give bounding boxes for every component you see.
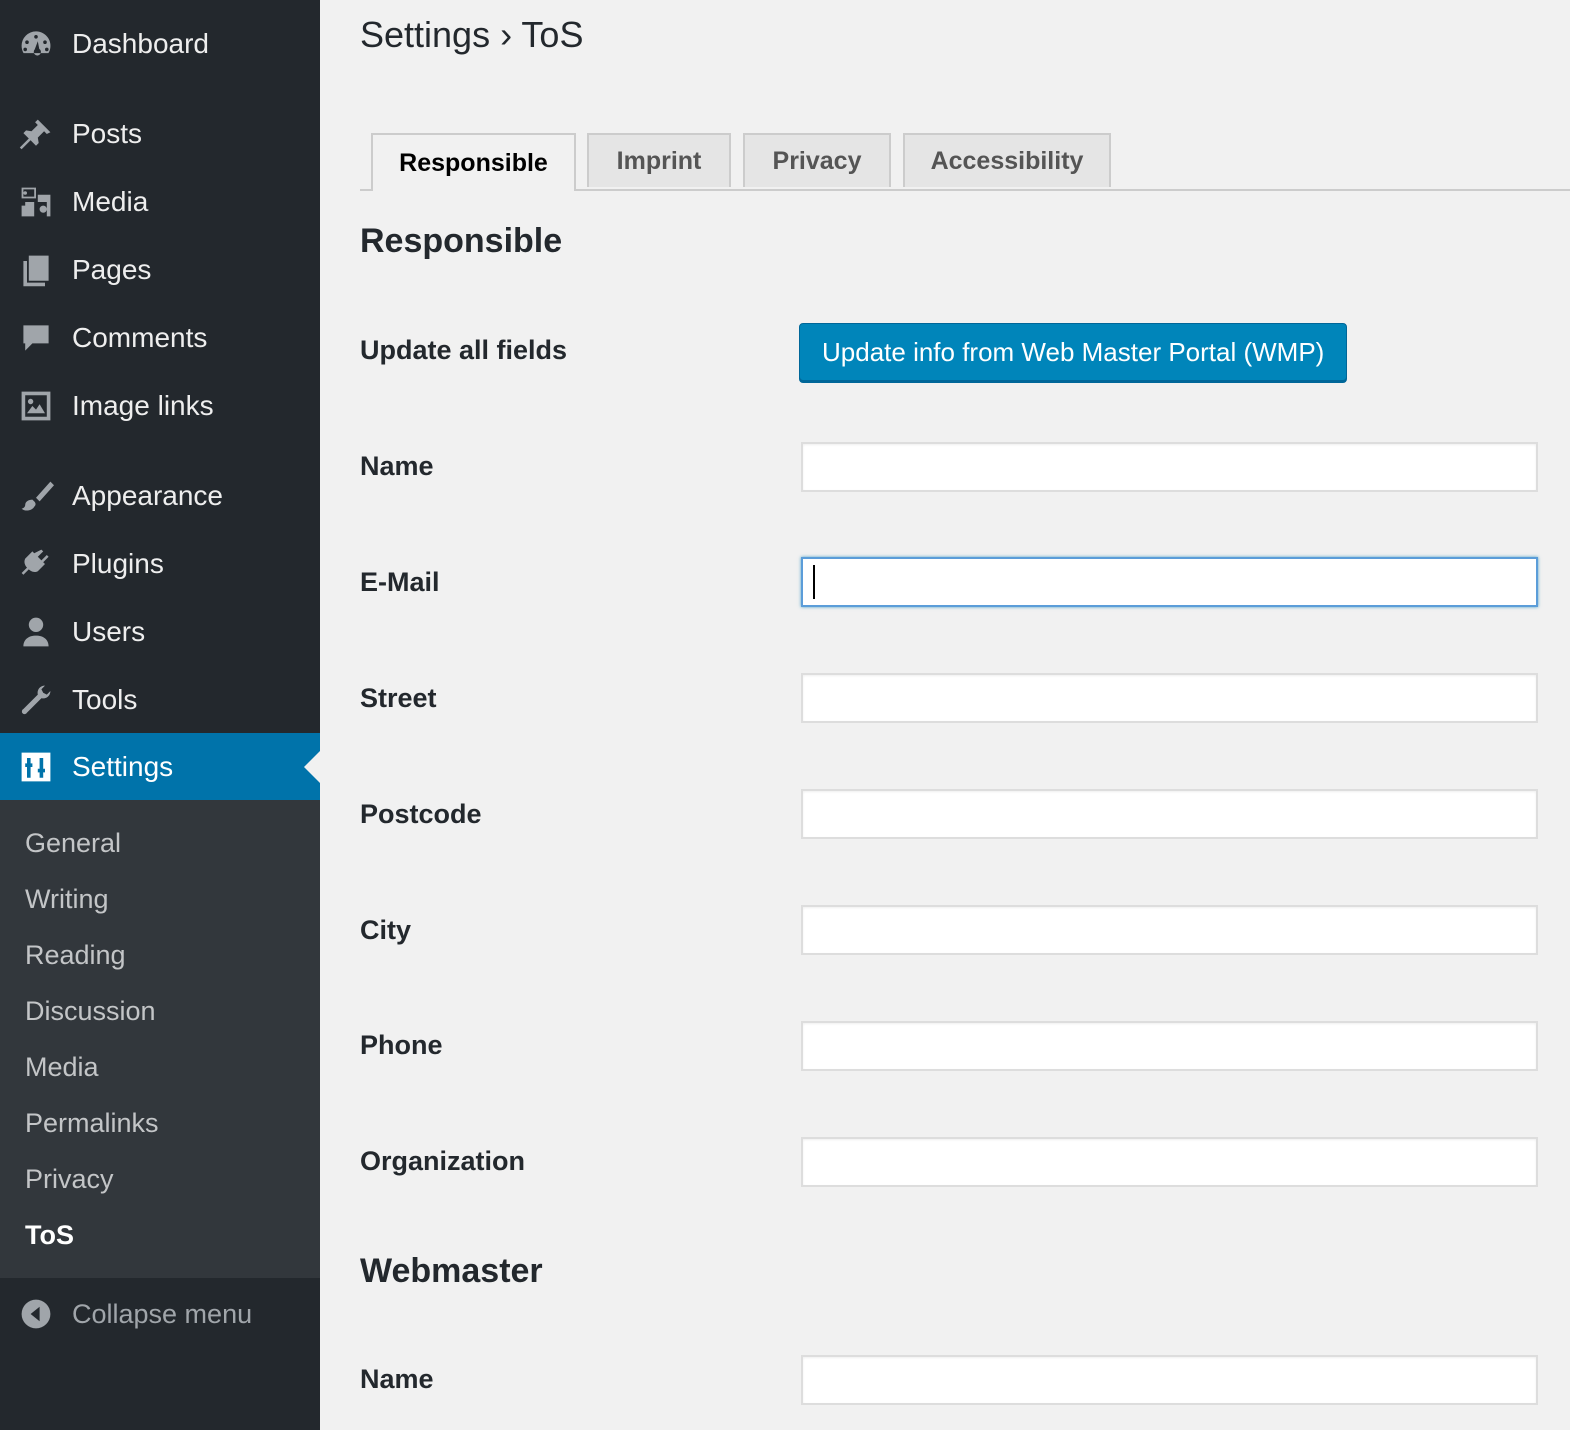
menu-label: Settings (72, 751, 174, 782)
dashboard-icon (18, 26, 54, 62)
email-input[interactable] (801, 557, 1538, 607)
section-heading-responsible: Responsible (360, 222, 563, 260)
pin-icon (18, 116, 54, 152)
submenu-media[interactable]: Media (25, 1052, 99, 1083)
page-title: Settings › ToS (360, 14, 584, 55)
menu-item-posts[interactable]: Posts (0, 104, 320, 164)
label-email: E-Mail (360, 567, 440, 597)
label-postcode: Postcode (360, 799, 482, 829)
menu-item-dashboard[interactable]: Dashboard (0, 14, 320, 74)
admin-sidebar: Dashboard Posts Media Pages Comments Ima… (0, 0, 320, 1430)
settings-icon (18, 749, 54, 785)
submenu-discussion[interactable]: Discussion (25, 996, 156, 1027)
text-caret (813, 565, 815, 599)
label-webmaster-name: Name (360, 1364, 434, 1394)
user-icon (18, 614, 54, 650)
city-input[interactable] (801, 905, 1538, 955)
menu-item-users[interactable]: Users (0, 602, 320, 662)
menu-item-pages[interactable]: Pages (0, 240, 320, 300)
settings-submenu: General Writing Reading Discussion Media… (0, 800, 320, 1278)
label-city: City (360, 915, 412, 945)
webmaster-name-input[interactable] (801, 1355, 1538, 1405)
menu-label: Comments (72, 322, 208, 353)
tab-responsible[interactable]: Responsible (371, 133, 576, 191)
submenu-general[interactable]: General (25, 828, 121, 859)
menu-item-tools[interactable]: Tools (0, 670, 320, 730)
submenu-permalinks[interactable]: Permalinks (25, 1108, 159, 1139)
menu-label: Users (72, 616, 146, 647)
section-heading-webmaster: Webmaster (360, 1252, 543, 1290)
image-icon (18, 388, 54, 424)
label-name: Name (360, 451, 434, 481)
menu-item-comments[interactable]: Comments (0, 308, 320, 368)
menu-label: Tools (72, 684, 138, 715)
menu-item-settings[interactable]: Settings (0, 733, 320, 801)
menu-label: Appearance (72, 480, 224, 511)
label-phone: Phone (360, 1030, 443, 1060)
paintbrush-icon (18, 478, 54, 514)
update-wmp-button[interactable]: Update info from Web Master Portal (WMP) (799, 323, 1348, 381)
submenu-writing[interactable]: Writing (25, 884, 109, 915)
menu-item-image-links[interactable]: Image links (0, 376, 320, 436)
tab-imprint[interactable]: Imprint (587, 133, 731, 187)
label-organization: Organization (360, 1146, 526, 1176)
update-all-label: Update all fields (360, 335, 568, 365)
label-street: Street (360, 683, 437, 713)
menu-label: Pages (72, 254, 152, 285)
wrench-icon (18, 682, 54, 718)
collapse-menu-button[interactable]: Collapse menu (0, 1284, 320, 1344)
menu-label: Plugins (72, 548, 164, 579)
menu-item-plugins[interactable]: Plugins (0, 534, 320, 594)
submenu-tos[interactable]: ToS (25, 1220, 74, 1251)
postcode-input[interactable] (801, 789, 1538, 839)
menu-label: Posts (72, 118, 143, 149)
tab-privacy[interactable]: Privacy (743, 133, 891, 187)
media-icon (18, 184, 54, 220)
submenu-privacy[interactable]: Privacy (25, 1164, 114, 1195)
street-input[interactable] (801, 673, 1538, 723)
collapse-label: Collapse menu (72, 1298, 253, 1329)
phone-input[interactable] (801, 1021, 1538, 1071)
comment-icon (18, 320, 54, 356)
menu-label: Image links (72, 390, 214, 421)
tab-bar: Responsible Imprint Privacy Accessibilit… (360, 133, 1570, 191)
collapse-arrow-icon (18, 1296, 54, 1332)
menu-item-appearance[interactable]: Appearance (0, 466, 320, 526)
menu-item-media[interactable]: Media (0, 172, 320, 232)
submenu-reading[interactable]: Reading (25, 940, 126, 971)
menu-label: Media (72, 186, 149, 217)
name-input[interactable] (801, 442, 1538, 492)
plugin-icon (18, 546, 54, 582)
menu-label: Dashboard (72, 28, 209, 59)
organization-input[interactable] (801, 1137, 1538, 1187)
pages-icon (18, 252, 54, 288)
tab-accessibility[interactable]: Accessibility (903, 133, 1111, 187)
